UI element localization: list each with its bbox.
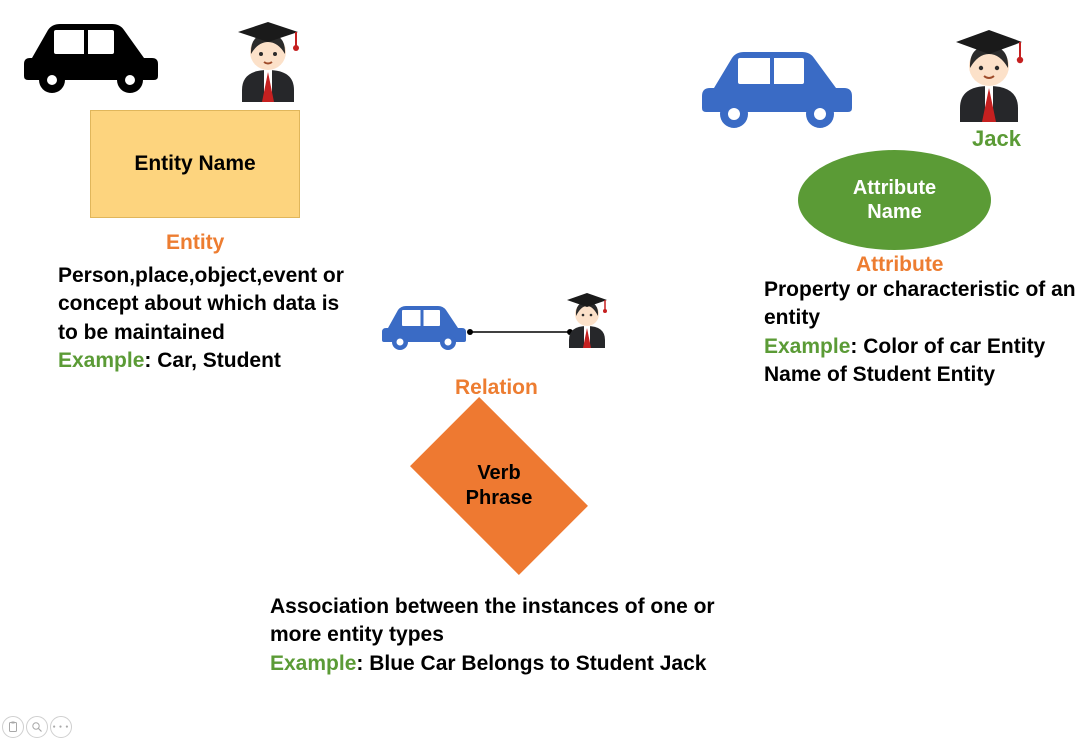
entity-shape-label: Entity Name [134, 152, 255, 176]
student-small-icon [560, 286, 614, 355]
jack-label: Jack [972, 126, 1021, 152]
entity-rect-shape: Entity Name [90, 110, 300, 218]
relation-heading: Relation [455, 376, 538, 400]
bottom-toolbar: ● ● ● [2, 716, 72, 738]
entity-description: Person,place,object,event or concept abo… [58, 262, 360, 375]
car-black-icon [12, 6, 170, 99]
car-blue-icon [692, 32, 862, 135]
magnifier-button[interactable] [26, 716, 48, 738]
relation-description: Association between the instances of one… [270, 593, 770, 678]
more-button[interactable]: ● ● ● [50, 716, 72, 738]
entity-heading: Entity [166, 231, 224, 255]
attribute-heading: Attribute [856, 253, 944, 277]
relation-shape-label: VerbPhrase [466, 461, 533, 511]
attribute-description: Property or characteristic of an entity … [764, 276, 1076, 389]
clipboard-button[interactable] [2, 716, 24, 738]
student-icon [228, 12, 308, 111]
relation-diamond-shape: VerbPhrase [394, 416, 604, 556]
student-icon [944, 20, 1034, 131]
attribute-shape-label: AttributeName [825, 176, 965, 224]
attribute-ellipse-shape: AttributeName [798, 150, 991, 250]
car-blue-small-icon [376, 294, 472, 355]
